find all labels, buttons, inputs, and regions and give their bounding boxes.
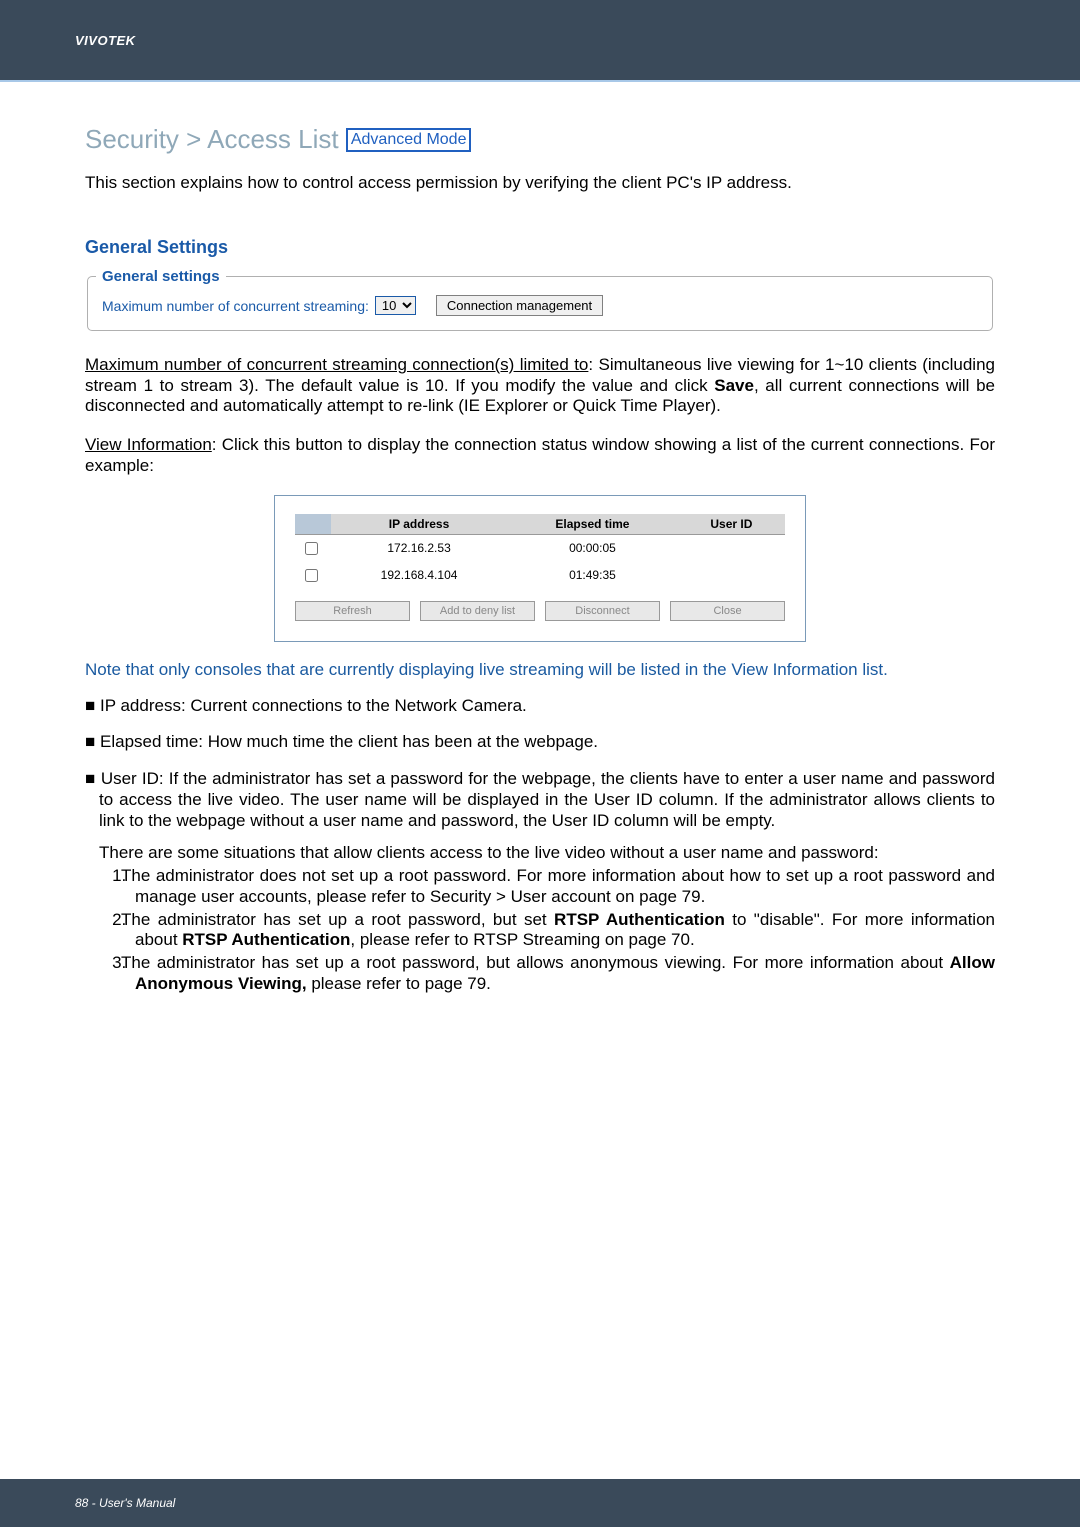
situations-lead: There are some situations that allow cli… [113, 843, 995, 864]
cell-ip: 172.16.2.53 [331, 534, 507, 562]
situation-2: The administrator has set up a root pass… [131, 910, 995, 951]
general-settings-legend: General settings [96, 268, 226, 285]
cell-uid [678, 562, 785, 589]
view-info-rest: : Click this button to display the conne… [85, 435, 995, 475]
bullet-uid-text: User ID: If the administrator has set a … [99, 769, 995, 829]
brand: VIVOTEK [75, 33, 136, 48]
close-button[interactable]: Close [670, 601, 785, 621]
max-streaming-paragraph: Maximum number of concurrent streaming c… [85, 355, 995, 417]
view-info-paragraph: View Information: Click this button to d… [85, 435, 995, 476]
table-row: 172.16.2.53 00:00:05 [295, 534, 785, 562]
view-info-lead: View Information [85, 435, 212, 454]
bullet-ip: IP address: Current connections to the N… [85, 696, 995, 717]
footer-page-number: 88 - User's Manual [75, 1496, 175, 1510]
max-streaming-lead: Maximum number of concurrent streaming c… [85, 355, 588, 374]
th-elapsed: Elapsed time [507, 514, 678, 535]
th-userid: User ID [678, 514, 785, 535]
s3c: please refer to page 79. [307, 974, 491, 993]
max-streaming-select[interactable]: 10 [375, 296, 416, 315]
connection-table: IP address Elapsed time User ID 172.16.2… [295, 514, 785, 589]
s2b: RTSP Authentication [554, 910, 725, 929]
cell-elapsed: 01:49:35 [507, 562, 678, 589]
max-streaming-row: Maximum number of concurrent streaming: … [102, 295, 978, 316]
page-content: Security > Access List Advanced Mode Thi… [0, 82, 1080, 994]
bullet-elapsed: Elapsed time: How much time the client h… [85, 732, 995, 753]
s2a: The administrator has set up a root pass… [121, 910, 554, 929]
max-streaming-label: Maximum number of concurrent streaming: [102, 298, 369, 314]
general-settings-heading: General Settings [85, 237, 995, 258]
table-row: 192.168.4.104 01:49:35 [295, 562, 785, 589]
title-text: Security > Access List [85, 124, 339, 154]
situation-1: The administrator does not set up a root… [131, 866, 995, 907]
connection-management-button[interactable]: Connection management [436, 295, 603, 316]
connection-dialog: IP address Elapsed time User ID 172.16.2… [274, 495, 806, 642]
row-checkbox[interactable] [305, 569, 318, 582]
row-checkbox[interactable] [305, 542, 318, 555]
general-settings-box: General settings Maximum number of concu… [87, 268, 993, 331]
bullet-list: IP address: Current connections to the N… [85, 696, 995, 995]
situation-3: The administrator has set up a root pass… [131, 953, 995, 994]
th-ip: IP address [331, 514, 507, 535]
table-header-row: IP address Elapsed time User ID [295, 514, 785, 535]
s2d: RTSP Authentication [182, 930, 350, 949]
cell-uid [678, 534, 785, 562]
situations-list: The administrator does not set up a root… [113, 866, 995, 994]
page-title: Security > Access List Advanced Mode [85, 124, 995, 155]
advanced-mode-badge: Advanced Mode [346, 128, 472, 152]
page-header: VIVOTEK [0, 0, 1080, 80]
intro-text: This section explains how to control acc… [85, 173, 995, 193]
s3a: The administrator has set up a root pass… [121, 953, 950, 972]
refresh-button[interactable]: Refresh [295, 601, 410, 621]
add-deny-button[interactable]: Add to deny list [420, 601, 535, 621]
disconnect-button[interactable]: Disconnect [545, 601, 660, 621]
bullet-uid: User ID: If the administrator has set a … [85, 769, 995, 994]
info-note: Note that only consoles that are current… [85, 660, 995, 680]
dialog-buttons: Refresh Add to deny list Disconnect Clos… [295, 601, 785, 621]
cell-elapsed: 00:00:05 [507, 534, 678, 562]
cell-ip: 192.168.4.104 [331, 562, 507, 589]
th-check [295, 514, 331, 535]
s2e: , please refer to RTSP Streaming on page… [350, 930, 694, 949]
save-word: Save [714, 376, 754, 395]
page-footer: 88 - User's Manual [0, 1479, 1080, 1527]
